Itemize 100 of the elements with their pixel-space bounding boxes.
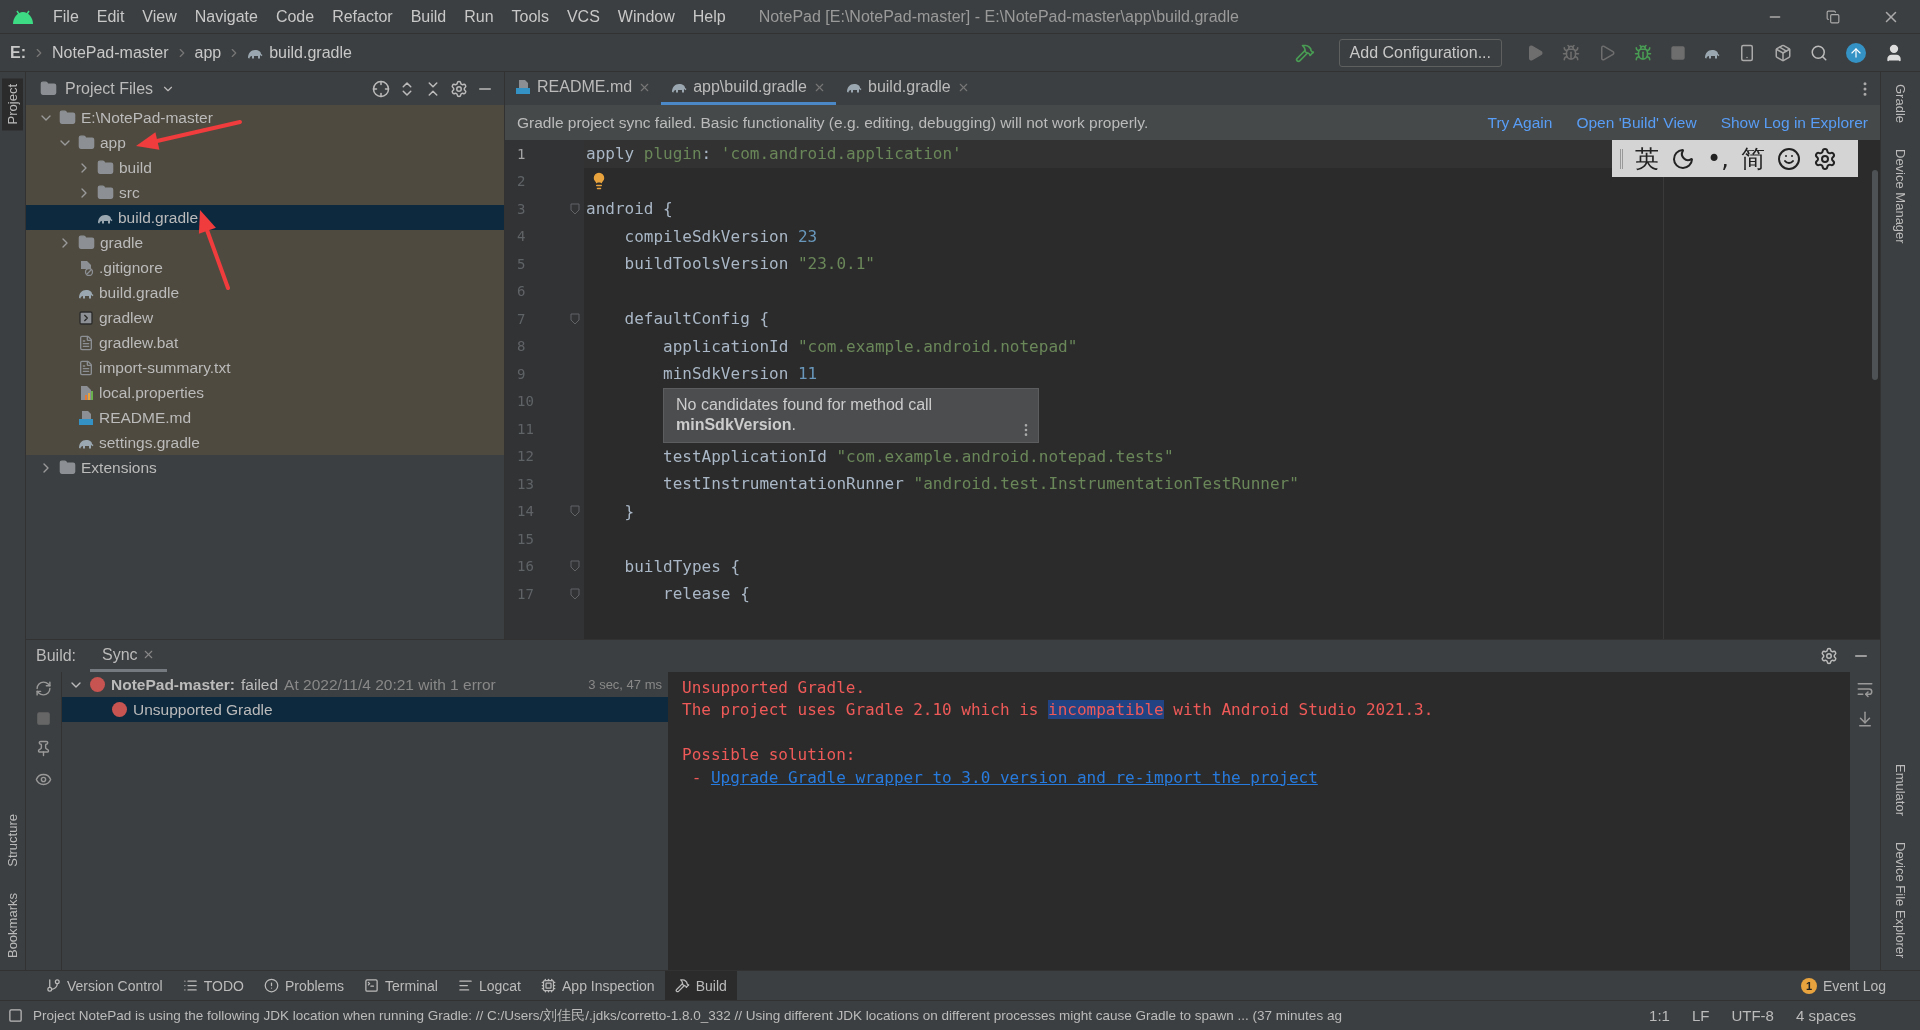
eye-icon[interactable] (35, 771, 52, 788)
tool-window-tab[interactable]: Bookmarks (2, 886, 23, 964)
tool-window-tab[interactable]: Emulator (1890, 757, 1911, 822)
avatar-icon[interactable] (1884, 42, 1904, 63)
editor-tab[interactable]: build.gradle (836, 72, 980, 105)
tree-item[interactable]: Extensions (26, 455, 504, 480)
menu-item[interactable]: File (44, 7, 88, 26)
language-toggle[interactable]: 英 (1635, 142, 1659, 175)
tree-item[interactable]: local.properties (26, 380, 504, 405)
attach-debugger-icon[interactable] (1634, 43, 1652, 62)
menu-item[interactable]: Help (683, 7, 735, 26)
breadcrumb[interactable]: build.gradle (269, 43, 352, 62)
code-line: testApplicationId "com.example.android.notepad.tests" (662, 446, 1174, 466)
error-icon (112, 702, 127, 717)
fold-marker-icon[interactable] (570, 587, 580, 600)
status-item[interactable]: 1:1 (1643, 1007, 1676, 1024)
device-icon[interactable] (1738, 43, 1756, 62)
punctuation-toggle[interactable]: •, (1707, 144, 1729, 173)
package-icon[interactable] (1774, 43, 1792, 62)
tool-window-button[interactable]: Build (664, 971, 737, 1000)
event-log-link[interactable]: Event Log (1822, 977, 1886, 994)
status-item[interactable]: 4 spaces (1789, 1007, 1862, 1024)
tree-item[interactable]: build.gradle (26, 205, 504, 230)
build-tree-item[interactable]: Unsupported Gradle (62, 697, 668, 722)
panel-tab[interactable]: Sync (90, 640, 167, 672)
menu-item[interactable]: Run (455, 7, 503, 26)
menu-item[interactable]: VCS (557, 7, 609, 26)
scroll-to-end-icon[interactable] (1856, 710, 1874, 728)
tool-window-button[interactable]: Version Control (36, 971, 173, 1000)
menu-item[interactable]: View (133, 7, 186, 26)
upgrade-link[interactable]: Upgrade Gradle wrapper to 3.0 version and re-import the project (710, 767, 1318, 787)
breadcrumb[interactable]: NotePad-master (52, 43, 169, 62)
tree-item[interactable]: gradlew.bat (26, 330, 504, 355)
breadcrumb[interactable]: app (194, 43, 222, 62)
fold-marker-icon[interactable] (570, 505, 580, 518)
terminal-icon (364, 978, 380, 993)
tree-item[interactable]: app (26, 130, 504, 155)
menu-item[interactable]: Window (608, 7, 684, 26)
moon-icon[interactable] (1671, 146, 1695, 171)
tree-item[interactable]: build.gradle (26, 280, 504, 305)
view-selector[interactable]: Project Files (65, 79, 154, 98)
tool-window-button[interactable]: App Inspection (531, 971, 665, 1000)
status-item[interactable]: UTF-8 (1725, 1007, 1780, 1024)
tool-window-button[interactable]: Problems (253, 971, 355, 1000)
menu-item[interactable]: Refactor (323, 7, 402, 26)
banner-link[interactable]: Open 'Build' View (1576, 113, 1697, 132)
tree-item[interactable]: settings.gradle (26, 430, 504, 455)
update-icon[interactable] (1846, 42, 1866, 63)
script-toggle[interactable]: 简 (1740, 142, 1765, 175)
emoji-icon[interactable] (1776, 146, 1801, 171)
fold-marker-icon[interactable] (570, 312, 580, 325)
status-item[interactable]: LF (1685, 1007, 1716, 1024)
tool-window-tab[interactable]: Device File Explorer (1890, 835, 1911, 964)
markdown-file-icon (515, 79, 531, 95)
menu-item[interactable]: Build (401, 7, 456, 26)
tool-window-tab[interactable]: Gradle (1890, 78, 1911, 130)
run-icon[interactable] (1526, 43, 1544, 62)
breadcrumb[interactable]: E: (10, 43, 26, 62)
scrollbar-thumb[interactable] (1872, 170, 1878, 380)
settings-icon[interactable] (1820, 647, 1838, 665)
menu-item[interactable]: Edit (87, 7, 134, 26)
menu-item[interactable]: Code (266, 7, 324, 26)
menu-item[interactable]: Tools (502, 7, 558, 26)
fold-marker-icon[interactable] (570, 560, 580, 573)
hammer-icon[interactable] (1294, 42, 1315, 63)
build-tree-item[interactable]: NotePad-master: failed At 2022/11/4 20:21 with 1 error 3 sec, 47 ms (62, 672, 668, 697)
refresh-icon[interactable] (35, 680, 52, 697)
locate-icon[interactable] (372, 79, 390, 98)
tree-item[interactable]: src (26, 180, 504, 205)
search-icon[interactable] (1810, 43, 1828, 62)
tree-item[interactable]: gradlew (26, 305, 504, 330)
soft-wrap-icon[interactable] (1856, 680, 1874, 698)
tree-item[interactable]: build (26, 155, 504, 180)
tree-item[interactable]: E:\NotePad-master (26, 105, 504, 130)
tree-item[interactable]: import-summary.txt (26, 355, 504, 380)
tool-window-button[interactable]: TODO (172, 971, 254, 1000)
line-number: 1 (517, 145, 526, 162)
tool-window-button[interactable]: Terminal (354, 971, 448, 1000)
fold-marker-icon[interactable] (570, 202, 580, 215)
editor-tab[interactable]: README.md (505, 72, 662, 105)
pin-icon[interactable] (35, 740, 52, 757)
tool-window-tab[interactable]: Structure (2, 808, 23, 873)
profile-icon[interactable] (1598, 43, 1616, 62)
tree-item[interactable]: .gitignore (26, 255, 504, 280)
tool-window-tab[interactable]: Project (2, 78, 23, 131)
tree-item[interactable]: README.md (26, 405, 504, 430)
code-line: buildTypes { (623, 556, 741, 576)
settings-icon[interactable] (450, 79, 468, 98)
banner-link[interactable]: Try Again (1487, 113, 1553, 132)
settings-icon[interactable] (1812, 146, 1837, 171)
tree-item[interactable]: gradle (26, 230, 504, 255)
tool-window-button[interactable]: Logcat (447, 971, 531, 1000)
debug-icon[interactable] (1562, 43, 1580, 62)
menu-item[interactable]: Navigate (185, 7, 267, 26)
run-configuration-button[interactable]: Add Configuration... (1338, 38, 1502, 67)
stop-icon[interactable] (1670, 44, 1686, 61)
panel-toggle-icon[interactable] (8, 1008, 23, 1023)
banner-link[interactable]: Show Log in Explorer (1720, 113, 1868, 132)
restore-icon[interactable] (1826, 9, 1840, 24)
tool-window-tab[interactable]: Device Manager (1890, 143, 1911, 250)
